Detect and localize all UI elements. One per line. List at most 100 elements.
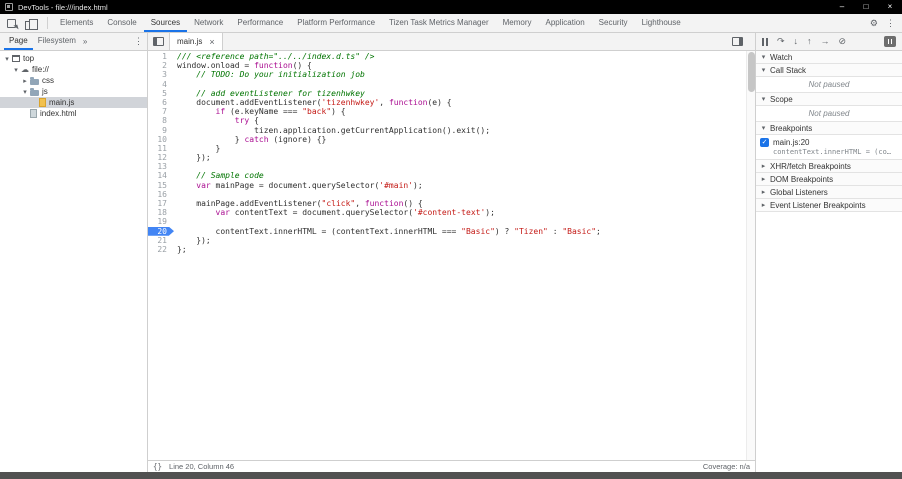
hide-navigator-icon[interactable] (153, 37, 164, 46)
section-call-stack[interactable]: ▾Call Stack (756, 64, 902, 77)
line-number-7[interactable]: 7 (148, 107, 174, 116)
line-number-13[interactable]: 13 (148, 162, 174, 171)
section-event-listener-breakpoints[interactable]: ▸Event Listener Breakpoints (756, 199, 902, 212)
code-text-line-6[interactable]: document.addEventListener('tizenhwkey', … (174, 98, 755, 107)
device-toolbar-icon[interactable] (25, 19, 36, 28)
editor-tab-mainjs[interactable]: main.js × (169, 33, 223, 50)
section-breakpoints[interactable]: ▾Breakpoints (756, 122, 902, 135)
code-text-line-18[interactable]: var contentText = document.querySelector… (174, 208, 755, 217)
more-tabs-icon[interactable]: » (83, 37, 87, 46)
tab-application[interactable]: Application (539, 14, 592, 32)
line-number-6[interactable]: 6 (148, 98, 174, 107)
tree-collapse-icon[interactable]: ▾ (12, 66, 20, 74)
tree-collapse-icon[interactable]: ▾ (3, 55, 11, 63)
tab-sources[interactable]: Sources (144, 14, 187, 32)
deactivate-breakpoints-icon[interactable]: ⊘ (839, 37, 847, 46)
tree-item-main-js[interactable]: main.js (0, 97, 147, 108)
navigator-kebab-icon[interactable]: ⋮ (134, 36, 143, 47)
line-number-17[interactable]: 17 (148, 199, 174, 208)
code-text-line-2[interactable]: window.onload = function() { (174, 61, 755, 70)
line-number-21[interactable]: 21 (148, 236, 174, 245)
line-number-3[interactable]: 3 (148, 70, 174, 79)
line-number-19[interactable]: 19 (148, 217, 174, 226)
line-number-18[interactable]: 18 (148, 208, 174, 217)
line-number-4[interactable]: 4 (148, 80, 174, 89)
code-text-line-3[interactable]: // TODO: Do your initialization job (174, 70, 755, 79)
tree-item-index-html[interactable]: index.html (0, 108, 147, 119)
code-text-line-5[interactable]: // add eventListener for tizenhwkey (174, 89, 755, 98)
line-number-12[interactable]: 12 (148, 153, 174, 162)
tab-filesystem[interactable]: Filesystem (33, 33, 81, 50)
breakpoint-marker-line-20[interactable]: 20 (148, 227, 174, 236)
section-watch[interactable]: ▾Watch (756, 51, 902, 64)
line-number-10[interactable]: 10 (148, 135, 174, 144)
code-text-line-9[interactable]: tizen.application.getCurrentApplication(… (174, 126, 755, 135)
breakpoint-location[interactable]: main.js:20 (773, 138, 809, 147)
code-text-line-12[interactable]: }); (174, 153, 755, 162)
editor-scrollbar[interactable] (746, 51, 755, 460)
code-text-line-1[interactable]: /// <reference path="../../index.d.ts" /… (174, 52, 755, 61)
code-text-line-16[interactable] (174, 190, 755, 199)
code-text-line-11[interactable]: } (174, 144, 755, 153)
close-button[interactable]: × (878, 0, 902, 14)
tab-platform-performance[interactable]: Platform Performance (290, 14, 382, 32)
code-text-line-14[interactable]: // Sample code (174, 171, 755, 180)
line-number-1[interactable]: 1 (148, 52, 174, 61)
tree-expand-icon[interactable]: ▸ (21, 77, 29, 85)
line-number-22[interactable]: 22 (148, 245, 174, 254)
tree-collapse-icon[interactable]: ▾ (21, 88, 29, 96)
scrollbar-thumb[interactable] (748, 52, 755, 92)
line-number-5[interactable]: 5 (148, 89, 174, 98)
code-text-line-21[interactable]: }); (174, 236, 755, 245)
tab-tizen-task-metrics-manager[interactable]: Tizen Task Metrics Manager (382, 14, 496, 32)
tab-network[interactable]: Network (187, 14, 230, 32)
minimize-button[interactable]: – (830, 0, 854, 14)
section-xhr-fetch-breakpoints[interactable]: ▸XHR/fetch Breakpoints (756, 160, 902, 173)
tree-item-file[interactable]: ▾☁file:// (0, 64, 147, 75)
settings-gear-icon[interactable]: ⚙ (870, 18, 878, 29)
line-number-11[interactable]: 11 (148, 144, 174, 153)
pause-icon[interactable] (762, 38, 768, 46)
breakpoint-snippet[interactable]: contentText.innerHTML = (co… (773, 148, 898, 156)
code-text-line-8[interactable]: try { (174, 116, 755, 125)
code-text-line-20[interactable]: contentText.innerHTML = (contentText.inn… (174, 227, 755, 236)
code-text-line-10[interactable]: } catch (ignore) {} (174, 135, 755, 144)
code-text-line-13[interactable] (174, 162, 755, 171)
maximize-button[interactable]: □ (854, 0, 878, 14)
section-global-listeners[interactable]: ▸Global Listeners (756, 186, 902, 199)
section-dom-breakpoints[interactable]: ▸DOM Breakpoints (756, 173, 902, 186)
line-number-16[interactable]: 16 (148, 190, 174, 199)
step-out-icon[interactable]: ↑ (807, 37, 812, 46)
tree-item-css[interactable]: ▸css (0, 75, 147, 86)
kebab-menu-icon[interactable]: ⋮ (886, 18, 895, 29)
tab-security[interactable]: Security (592, 14, 635, 32)
pause-on-exceptions-icon[interactable] (884, 36, 896, 47)
tree-item-js[interactable]: ▾js (0, 86, 147, 97)
inspect-icon[interactable] (7, 19, 16, 28)
step-over-icon[interactable]: ↷ (777, 37, 785, 46)
line-number-9[interactable]: 9 (148, 126, 174, 135)
breakpoint-checkbox[interactable]: ✓ (760, 138, 769, 147)
step-into-icon[interactable]: ↓ (794, 37, 799, 46)
line-number-2[interactable]: 2 (148, 61, 174, 70)
code-text-line-15[interactable]: var mainPage = document.querySelector('#… (174, 181, 755, 190)
tree-item-top[interactable]: ▾top (0, 53, 147, 64)
tab-elements[interactable]: Elements (53, 14, 100, 32)
tab-lighthouse[interactable]: Lighthouse (635, 14, 688, 32)
code-text-line-17[interactable]: mainPage.addEventListener("click", funct… (174, 199, 755, 208)
breakpoint-entry[interactable]: ✓ main.js:20contentText.innerHTML = (co… (756, 135, 902, 160)
step-icon[interactable]: → (821, 37, 830, 46)
section-scope[interactable]: ▾Scope (756, 93, 902, 106)
code-editor[interactable]: 1/// <reference path="../../index.d.ts" … (148, 51, 755, 460)
pretty-print-icon[interactable]: {} (153, 462, 162, 471)
code-text-line-4[interactable] (174, 80, 755, 89)
tab-page[interactable]: Page (4, 33, 33, 50)
code-text-line-19[interactable] (174, 217, 755, 226)
code-text-line-7[interactable]: if (e.keyName === "back") { (174, 107, 755, 116)
tab-memory[interactable]: Memory (496, 14, 539, 32)
tab-console[interactable]: Console (100, 14, 143, 32)
code-text-line-22[interactable]: }; (174, 245, 755, 254)
line-number-15[interactable]: 15 (148, 181, 174, 190)
close-tab-icon[interactable]: × (209, 37, 214, 47)
tab-performance[interactable]: Performance (230, 14, 290, 32)
